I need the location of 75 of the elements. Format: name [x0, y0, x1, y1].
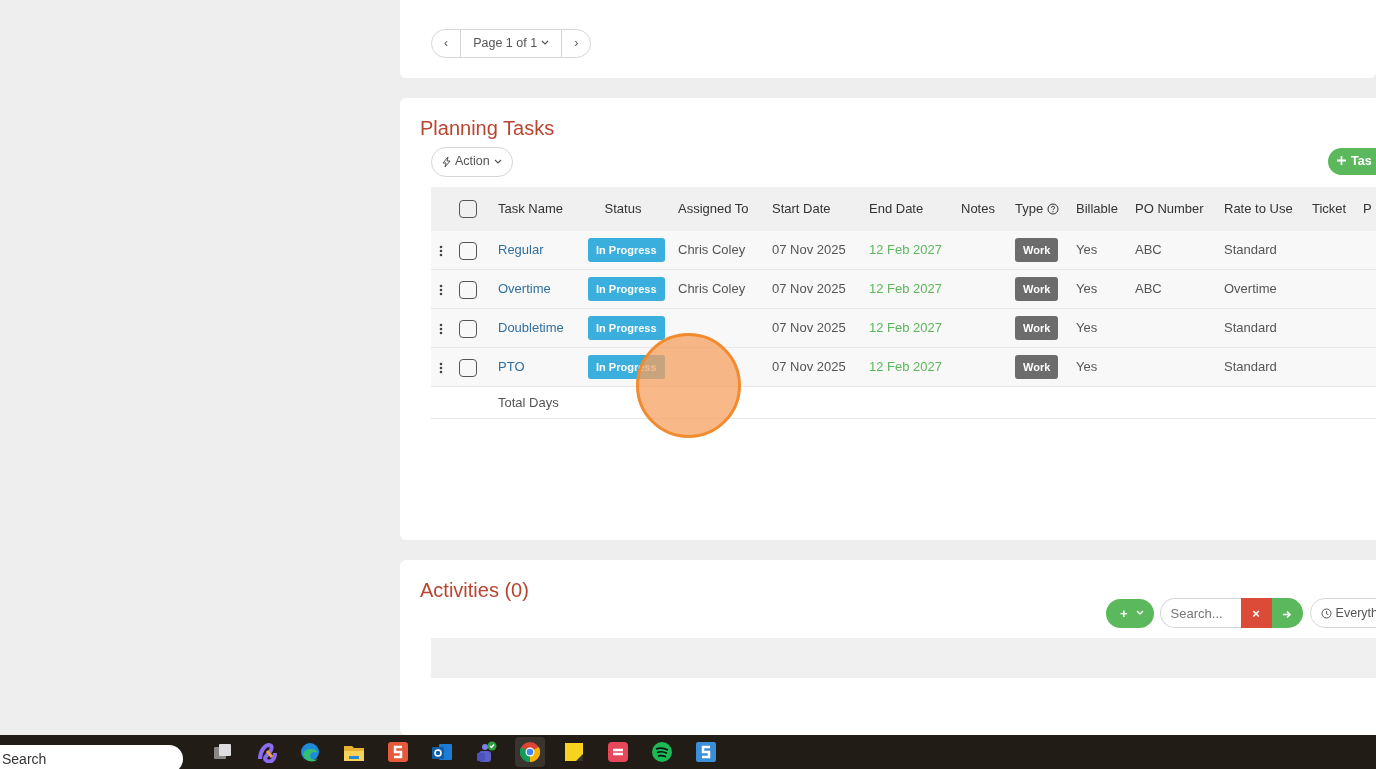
table-cell: 12 Feb 2027 — [869, 242, 942, 258]
status-badge: In Progress — [588, 276, 665, 302]
status-badge: In Progress — [588, 237, 665, 263]
table-cell: 12 Feb 2027 — [869, 281, 942, 297]
next-page-button[interactable]: › — [561, 29, 591, 57]
row-checkbox[interactable] — [459, 358, 477, 377]
wave-icon[interactable] — [299, 741, 321, 763]
column-header: Rate to Use — [1224, 200, 1293, 216]
s-logo-icon[interactable] — [695, 741, 717, 763]
sticky-note-icon[interactable] — [563, 741, 585, 763]
column-header: Task Name — [498, 200, 564, 216]
sound-waves-icon[interactable] — [651, 741, 673, 763]
column-header: Status — [604, 200, 642, 216]
table-cell: 07 Nov 2025 — [772, 359, 846, 375]
envelope-icon[interactable] — [431, 741, 453, 763]
table-cell: ABC — [1135, 281, 1162, 297]
column-header: Type — [1015, 200, 1044, 216]
column-header: End Date — [869, 200, 924, 216]
table-cell: Yes — [1076, 359, 1098, 375]
table-cell: Yes — [1076, 320, 1098, 336]
table-cell: Overtime — [1224, 281, 1277, 297]
section-title: Planning Tasks — [420, 115, 556, 140]
lightning-icon — [442, 155, 451, 168]
column-header: Ticket — [1312, 200, 1347, 216]
row-checkbox[interactable] — [459, 241, 477, 260]
row-checkbox[interactable] — [459, 319, 477, 338]
type-badge: Work — [1015, 354, 1059, 380]
column-header: Start Date — [772, 200, 831, 216]
column-header: Billable — [1076, 200, 1118, 216]
chevron-down-icon — [493, 158, 502, 165]
section-title: Activities (0) — [420, 578, 529, 603]
people-icon[interactable] — [475, 741, 497, 763]
table-cell: Standard — [1224, 359, 1277, 375]
go-button[interactable] — [1271, 598, 1303, 629]
table-cell: 07 Nov 2025 — [772, 281, 846, 297]
table-cell: Yes — [1076, 242, 1098, 258]
table-cell: 07 Nov 2025 — [772, 320, 846, 336]
select-all-checkbox[interactable] — [459, 200, 477, 219]
stripes-icon[interactable] — [607, 741, 629, 763]
type-badge: Work — [1015, 237, 1059, 263]
column-header: Notes — [961, 200, 995, 216]
clock-icon — [1320, 608, 1332, 619]
task-link[interactable]: PTO — [498, 359, 525, 375]
help-icon — [1047, 203, 1060, 216]
type-badge: Work — [1015, 276, 1059, 302]
table-cell: Standard — [1224, 242, 1277, 258]
plus-icon — [1337, 156, 1346, 166]
column-header: Assigned To — [678, 200, 749, 216]
row-checkbox[interactable] — [459, 280, 477, 299]
chevron-down-icon — [541, 40, 550, 47]
table-cell: 12 Feb 2027 — [869, 359, 942, 375]
clear-button[interactable]: × — [1240, 598, 1272, 629]
previous-page-button[interactable]: ‹ — [432, 29, 461, 57]
chevron-down-icon — [1135, 610, 1144, 617]
action-button[interactable]: Action — [431, 146, 513, 177]
table-cell: Chris Coley — [678, 281, 746, 297]
arrow-right-icon — [1282, 609, 1293, 619]
table-cell: Standard — [1224, 320, 1277, 336]
drag-handle-icon[interactable] — [439, 283, 443, 296]
table-cell: Chris Coley — [678, 242, 746, 258]
column-header: P — [1363, 200, 1372, 216]
search-field[interactable]: Search... — [1159, 598, 1241, 629]
column-header: PO Number — [1135, 200, 1204, 216]
drag-handle-icon[interactable] — [439, 244, 443, 257]
swirl-icon[interactable] — [255, 741, 277, 763]
table-cell: Yes — [1076, 281, 1098, 297]
type-badge: Work — [1015, 315, 1059, 341]
s-logo-icon[interactable] — [387, 741, 409, 763]
drag-handle-icon[interactable] — [439, 361, 443, 374]
table-cell: ABC — [1135, 242, 1162, 258]
page-select[interactable]: Page 1 of 1 — [460, 29, 562, 57]
table-cell: 07 Nov 2025 — [772, 242, 846, 258]
drag-handle-icon[interactable] — [439, 322, 443, 335]
table-cell: 12 Feb 2027 — [869, 320, 942, 336]
taskbar-search-field[interactable]: Search — [0, 745, 183, 769]
